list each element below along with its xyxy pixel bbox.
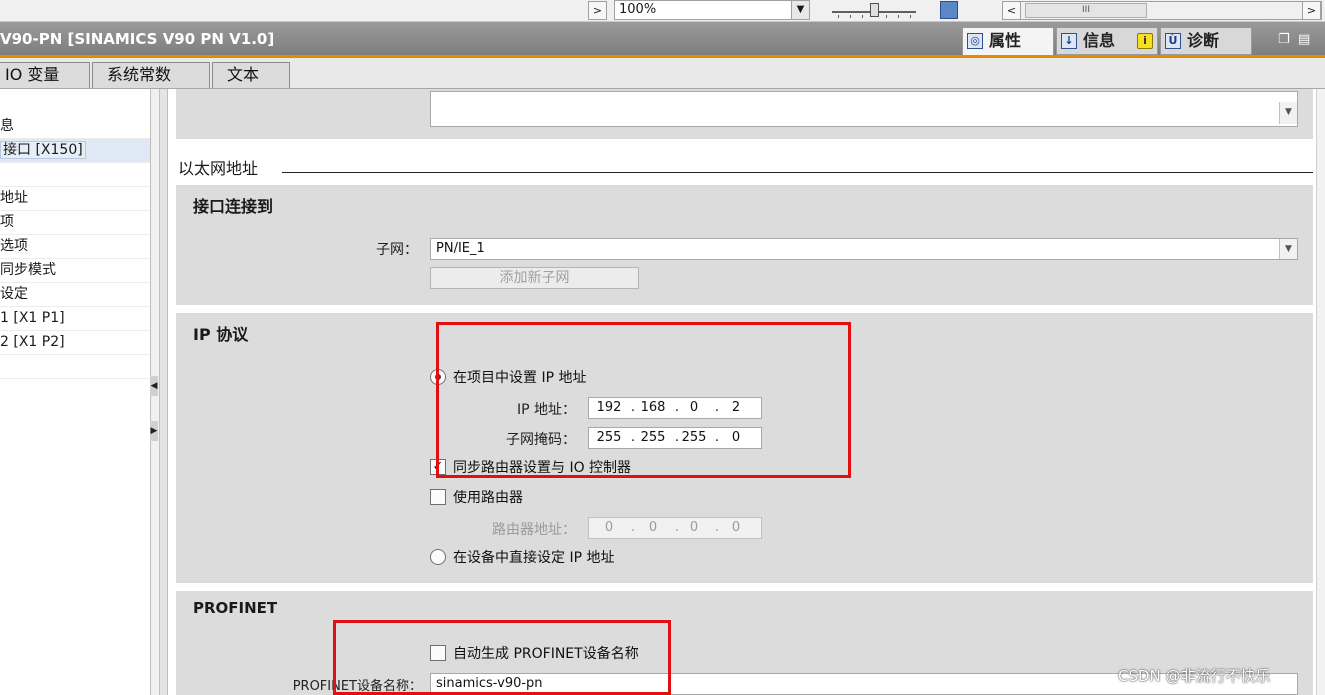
nav-item-label: 项: [0, 214, 14, 230]
scroll-left-button[interactable]: <: [1002, 1, 1021, 20]
nav-item-port1[interactable]: 1 [X1 P1]: [0, 307, 150, 331]
diagnostics-icon: Ù: [1165, 33, 1181, 49]
slider-tick: [838, 15, 839, 18]
nav-item-port2[interactable]: 2 [X1 P2]: [0, 331, 150, 355]
use-router-checkbox[interactable]: [430, 489, 446, 505]
nav-item-interface[interactable]: 接口 [X150]: [0, 139, 150, 163]
nav-item[interactable]: [0, 163, 150, 187]
nav-item-label: 接口 [X150]: [0, 141, 86, 159]
panel-splitter[interactable]: [160, 89, 168, 695]
slider-tick: [910, 15, 911, 18]
tab-diagnostics-label: 诊断: [1187, 31, 1220, 50]
info-list-icon: ↓: [1061, 33, 1077, 49]
tab-texts[interactable]: 文本: [212, 62, 290, 88]
chevron-down-icon[interactable]: ▼: [791, 1, 809, 19]
zoom-value: 100%: [619, 2, 657, 17]
nav-item-address[interactable]: 地址: [0, 187, 150, 211]
nav-item-label: 同步模式: [0, 262, 56, 278]
sub-tab-row: IO 变量 系统常数 文本: [0, 58, 1325, 89]
section-top-partial: ▼: [176, 89, 1313, 139]
router-octet[interactable]: 0: [679, 518, 709, 538]
subnet-label: 子网：: [376, 242, 418, 258]
properties-icon: ◎: [967, 33, 983, 49]
nav-item-label: 选项: [0, 238, 28, 254]
nav-item-label: 设定: [0, 286, 28, 302]
inspector-titlebar: V90-PN [SINAMICS V90 PN V1.0] ◎ 属性 ↓ 信息 …: [0, 22, 1325, 58]
tab-system-constants[interactable]: 系统常数: [92, 62, 210, 88]
left-navigation: 息 接口 [X150] 地址 项 选项 同步模式 设定 1 [X1 P1] 2 …: [0, 89, 150, 695]
nav-item[interactable]: 息: [0, 115, 150, 139]
slider-tick: [862, 15, 863, 18]
nav-item-label: 息: [0, 118, 14, 134]
zoom-slider[interactable]: [832, 3, 916, 18]
radio-set-ip-on-device[interactable]: [430, 549, 446, 565]
collapse-left-icon[interactable]: ◀: [150, 376, 158, 396]
info-icon: i: [1137, 33, 1153, 49]
watermark: CSDN @非流行不快乐: [1118, 667, 1271, 685]
nav-item-options[interactable]: 选项: [0, 235, 150, 259]
menu-icon[interactable]: ▤: [1298, 32, 1310, 47]
scroll-right-button[interactable]: >: [588, 1, 607, 20]
slider-knob[interactable]: [870, 3, 879, 17]
restore-window-icon[interactable]: ❐: [1278, 32, 1290, 47]
section-title: 接口连接到: [193, 197, 274, 216]
right-vertical-scrollbar[interactable]: [1316, 89, 1325, 695]
ethernet-heading: 以太网地址: [178, 159, 259, 178]
nav-item-label: 2 [X1 P2]: [0, 334, 65, 350]
top-toolbar: > 100% ▼ < III >: [0, 0, 1325, 22]
router-octet[interactable]: 0: [594, 518, 624, 538]
section-interface-connected: 接口连接到 子网： PN/IE_1 ▼ 添加新子网: [176, 185, 1313, 305]
tab-properties[interactable]: ◎ 属性: [962, 27, 1054, 55]
tab-info[interactable]: ↓ 信息 i: [1056, 27, 1158, 55]
tab-diagnostics[interactable]: Ù 诊断: [1160, 27, 1252, 55]
zoom-select[interactable]: 100% ▼: [614, 0, 810, 20]
highlight-box-profinet: [333, 620, 671, 695]
tab-info-label: 信息: [1083, 31, 1116, 50]
nav-item-settings[interactable]: 设定: [0, 283, 150, 307]
router-address-field[interactable]: 0 . 0 . 0 . 0: [588, 517, 762, 539]
section-title: IP 协议: [193, 325, 249, 344]
nav-item[interactable]: [0, 355, 150, 379]
subnet-value: PN/IE_1: [436, 241, 485, 256]
router-octet[interactable]: 0: [638, 518, 668, 538]
device-title: V90-PN [SINAMICS V90 PN V1.0]: [0, 30, 275, 48]
radio-label: 在设备中直接设定 IP 地址: [453, 550, 615, 566]
use-router-label: 使用路由器: [453, 490, 523, 506]
scrollbar-thumb[interactable]: III: [1025, 3, 1147, 18]
router-dot: .: [714, 520, 720, 535]
router-address-label: 路由器地址：: [492, 522, 576, 538]
heading-divider: [282, 172, 1313, 173]
nav-item-sync-mode[interactable]: 同步模式: [0, 259, 150, 283]
expand-right-icon[interactable]: ▶: [150, 421, 158, 441]
section-title: PROFINET: [193, 599, 278, 617]
router-dot: .: [630, 520, 636, 535]
nav-item[interactable]: 项: [0, 211, 150, 235]
chevron-down-icon[interactable]: ▼: [1279, 239, 1297, 259]
chevron-down-icon[interactable]: ▼: [1279, 102, 1297, 124]
comment-textarea[interactable]: ▼: [430, 91, 1298, 127]
tab-io-tags[interactable]: IO 变量: [0, 62, 90, 88]
fit-to-window-icon[interactable]: [940, 1, 958, 19]
tab-properties-label: 属性: [989, 31, 1022, 50]
nav-item-label: 1 [X1 P1]: [0, 310, 65, 326]
slider-tick: [886, 15, 887, 18]
add-subnet-button[interactable]: 添加新子网: [430, 267, 639, 289]
slider-tick: [850, 15, 851, 18]
horizontal-scrollbar[interactable]: < III >: [1002, 1, 1322, 20]
slider-tick: [898, 15, 899, 18]
nav-item-label: 地址: [0, 190, 28, 206]
scroll-right-end-button[interactable]: >: [1302, 1, 1321, 20]
highlight-box-ip: [436, 322, 851, 478]
subnet-select[interactable]: PN/IE_1 ▼: [430, 238, 1298, 260]
router-octet[interactable]: 0: [721, 518, 751, 538]
